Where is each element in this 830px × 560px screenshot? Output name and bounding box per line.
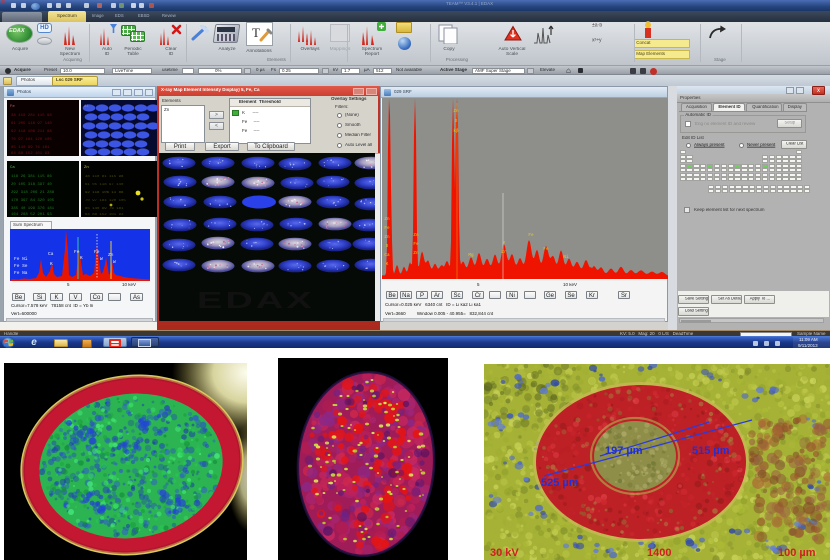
svg-text:85 140 99 76 181: 85 140 99 76 181 — [11, 146, 50, 150]
svg-text:118 26 381 115 86: 118 26 381 115 86 — [11, 175, 52, 179]
svg-text:K: K — [386, 262, 389, 267]
svg-text:Ca: Ca — [10, 166, 15, 170]
svg-text:170 397 84 320 105: 170 397 84 320 105 — [11, 199, 55, 203]
svg-text:70 97 184 120 105: 70 97 184 120 105 — [85, 199, 126, 203]
svg-text:85 140 99 76 181: 85 140 99 76 181 — [85, 207, 124, 211]
svg-text:S: S — [386, 244, 389, 249]
svg-text:Ni: Ni — [563, 255, 569, 260]
svg-text:Zn: Zn — [84, 166, 89, 170]
svg-text:Fe Na: Fe Na — [14, 270, 28, 276]
svg-text:Al: Al — [84, 104, 89, 109]
svg-text:Fe: Fe — [413, 242, 419, 247]
svg-text:Ca: Ca — [384, 253, 390, 258]
svg-text:292 318 206 21 288: 292 318 206 21 288 — [11, 191, 55, 195]
svg-text:70 97 184 120 105: 70 97 184 120 105 — [11, 138, 52, 142]
svg-text:164 288 52 201 93: 164 288 52 201 93 — [11, 213, 52, 217]
svg-text:Zn: Zn — [453, 109, 459, 114]
svg-text:Fe Ni: Fe Ni — [14, 256, 28, 262]
svg-text:515 µm: 515 µm — [692, 445, 730, 457]
svg-text:197 µm: 197 µm — [605, 445, 643, 457]
svg-text:Y: Y — [503, 241, 506, 246]
svg-text:Zn: Zn — [108, 252, 114, 258]
svg-text:Zr: Zr — [501, 250, 507, 255]
svg-text:92 118 106 211 88: 92 118 106 211 88 — [11, 130, 52, 134]
svg-text:W: W — [100, 256, 103, 262]
svg-text:61 05 118 97 140: 61 05 118 97 140 — [85, 183, 124, 187]
svg-text:64 88 152 101 93: 64 88 152 101 93 — [85, 213, 124, 217]
svg-text:100 µm: 100 µm — [778, 547, 816, 559]
svg-text:S: S — [455, 119, 458, 124]
svg-text:385 40 199 376 181: 385 40 199 376 181 — [11, 207, 55, 211]
svg-text:Fe: Fe — [528, 233, 534, 238]
svg-text:K: K — [50, 261, 53, 267]
svg-text:EDAX: EDAX — [197, 286, 315, 313]
svg-text:Zn: Zn — [413, 233, 419, 238]
svg-text:30 kV: 30 kV — [490, 547, 519, 559]
svg-text:Mg: Mg — [468, 253, 474, 258]
svg-text:Fe: Fe — [74, 249, 80, 255]
svg-text:Fe Se: Fe Se — [14, 263, 28, 269]
svg-text:Ca: Ca — [48, 251, 54, 257]
svg-text:Fe: Fe — [94, 249, 100, 255]
svg-text:64 88 152 101 93: 64 88 152 101 93 — [11, 152, 50, 156]
svg-text:38 110 81 115 98: 38 110 81 115 98 — [85, 175, 124, 179]
svg-text:92 118 106 11 88: 92 118 106 11 88 — [85, 191, 124, 195]
svg-text:525 µm: 525 µm — [541, 477, 579, 489]
svg-text:kβ: kβ — [453, 129, 459, 134]
svg-text:Zn: Zn — [413, 251, 419, 256]
svg-text:Zn: Zn — [384, 217, 390, 222]
svg-text:K: K — [80, 255, 83, 261]
svg-text:1400: 1400 — [647, 547, 671, 559]
svg-text:Fe: Fe — [10, 105, 15, 109]
svg-text:Fe: Fe — [384, 226, 390, 231]
svg-text:38 110 281 115 98: 38 110 281 115 98 — [11, 114, 52, 118]
svg-text:Fe: Fe — [543, 247, 549, 252]
svg-text:W: W — [113, 259, 116, 265]
svg-text:61 205 118 97 140: 61 205 118 97 140 — [11, 122, 52, 126]
svg-text:Zn: Zn — [384, 235, 390, 240]
svg-text:20 105 318 397 40: 20 105 318 397 40 — [11, 183, 52, 187]
